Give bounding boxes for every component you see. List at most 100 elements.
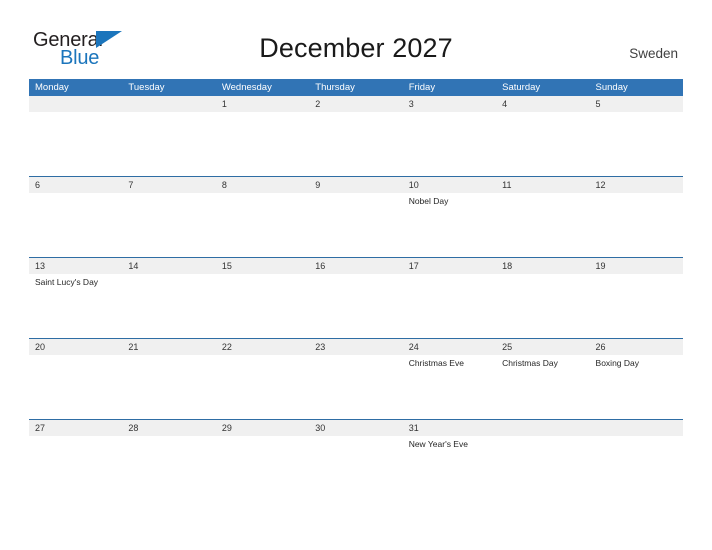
- page-header: General Blue December 2027 Sweden: [0, 0, 712, 79]
- day-number[interactable]: 14: [122, 258, 215, 274]
- day-cell[interactable]: [309, 112, 402, 176]
- weekday-header-thursday: Thursday: [315, 82, 355, 93]
- day-number: [496, 420, 589, 436]
- day-number[interactable]: 12: [590, 177, 683, 193]
- date-number-band: 6 7 8 9 10 11 12: [29, 177, 683, 193]
- day-number[interactable]: 5: [590, 96, 683, 112]
- holiday-label: Boxing Day: [595, 358, 639, 368]
- day-number[interactable]: 17: [403, 258, 496, 274]
- country-label: Sweden: [629, 46, 678, 61]
- day-number[interactable]: 13: [29, 258, 122, 274]
- weekday-header-saturday: Saturday: [502, 82, 541, 93]
- day-number[interactable]: 10: [403, 177, 496, 193]
- event-band: Christmas Eve Christmas Day Boxing Day: [29, 355, 683, 419]
- calendar-week-row: 20 21 22 23 24 25 26 Christmas Eve Christmas Day…: [29, 338, 683, 419]
- day-number[interactable]: 24: [403, 339, 496, 355]
- day-cell[interactable]: [29, 355, 122, 419]
- day-cell[interactable]: [309, 193, 402, 257]
- day-number[interactable]: 6: [29, 177, 122, 193]
- day-number[interactable]: 31: [403, 420, 496, 436]
- date-number-band: 12345: [29, 96, 683, 112]
- day-number: [590, 420, 683, 436]
- weekday-header-wednesday: Wednesday: [221, 82, 272, 93]
- event-band: Saint Lucy's Day: [29, 274, 683, 338]
- day-cell[interactable]: [216, 355, 309, 419]
- weekday-header-tuesday: Tuesday: [128, 82, 165, 93]
- calendar-weeks: 1 2 3 4 5 6 7 8 9 10 11 12 Nobel Day 13 14 15 16 17 18 19 Sa…: [29, 96, 683, 500]
- day-number[interactable]: 1: [216, 96, 309, 112]
- day-number[interactable]: 22: [216, 339, 309, 355]
- day-number[interactable]: 18: [496, 258, 589, 274]
- day-number[interactable]: 28: [122, 420, 215, 436]
- day-cell[interactable]: [496, 274, 589, 338]
- day-cell[interactable]: [29, 193, 122, 257]
- holiday-label: Nobel Day: [408, 196, 449, 206]
- day-cell[interactable]: [122, 274, 215, 338]
- day-cell[interactable]: Nobel Day: [403, 193, 496, 257]
- day-number[interactable]: 9: [309, 177, 402, 193]
- day-number[interactable]: 3: [403, 96, 496, 112]
- day-number[interactable]: 27: [29, 420, 122, 436]
- day-cell[interactable]: Christmas Eve: [403, 355, 496, 419]
- day-cell[interactable]: [122, 193, 215, 257]
- day-cell[interactable]: [309, 355, 402, 419]
- day-cell[interactable]: [590, 274, 683, 338]
- day-cell[interactable]: [122, 436, 215, 500]
- day-number[interactable]: 4: [496, 96, 589, 112]
- day-cell[interactable]: [122, 355, 215, 419]
- day-number[interactable]: 2: [309, 96, 402, 112]
- calendar-week-row: 6 7 8 9 10 11 12 Nobel Day: [29, 176, 683, 257]
- day-number[interactable]: 26: [590, 339, 683, 355]
- day-number[interactable]: 11: [496, 177, 589, 193]
- day-cell[interactable]: [496, 193, 589, 257]
- day-cell[interactable]: [216, 274, 309, 338]
- day-number[interactable]: 25: [496, 339, 589, 355]
- day-number[interactable]: 29: [216, 420, 309, 436]
- day-cell[interactable]: [216, 436, 309, 500]
- event-band: Nobel Day: [29, 193, 683, 257]
- day-cell[interactable]: Boxing Day: [590, 355, 683, 419]
- day-number[interactable]: 8: [216, 177, 309, 193]
- date-number-band: 27 28 29 30 31: [29, 420, 683, 436]
- day-cell[interactable]: [590, 112, 683, 176]
- calendar-week-row: 13 14 15 16 17 18 19 Saint Lucy's Day: [29, 257, 683, 338]
- day-number: [29, 96, 122, 112]
- day-cell[interactable]: [309, 274, 402, 338]
- calendar-week-row: 12345: [29, 96, 683, 176]
- day-number[interactable]: 30: [309, 420, 402, 436]
- weekday-header-sunday: Sunday: [595, 82, 628, 93]
- day-cell[interactable]: [590, 193, 683, 257]
- day-cell[interactable]: Christmas Day: [496, 355, 589, 419]
- day-cell[interactable]: New Year's Eve: [403, 436, 496, 500]
- day-cell[interactable]: Saint Lucy's Day: [29, 274, 122, 338]
- weekday-header-row: Monday Tuesday Wednesday Thursday Friday…: [29, 79, 683, 96]
- date-number-band: 20 21 22 23 24 25 26: [29, 339, 683, 355]
- calendar-grid: Monday Tuesday Wednesday Thursday Friday…: [29, 79, 683, 500]
- event-band: New Year's Eve: [29, 436, 683, 500]
- day-number[interactable]: 23: [309, 339, 402, 355]
- day-number[interactable]: 16: [309, 258, 402, 274]
- day-number[interactable]: 7: [122, 177, 215, 193]
- weekday-header-friday: Friday: [408, 82, 436, 93]
- day-cell[interactable]: [496, 112, 589, 176]
- day-cell[interactable]: [216, 193, 309, 257]
- day-number[interactable]: 21: [122, 339, 215, 355]
- day-number[interactable]: 15: [216, 258, 309, 274]
- day-cell[interactable]: [496, 436, 589, 500]
- day-cell[interactable]: [403, 274, 496, 338]
- day-cell[interactable]: [216, 112, 309, 176]
- day-cell[interactable]: [590, 436, 683, 500]
- page-title: December 2027: [259, 33, 453, 63]
- day-cell[interactable]: [29, 436, 122, 500]
- day-number[interactable]: 19: [590, 258, 683, 274]
- day-cell[interactable]: [29, 112, 122, 176]
- calendar-page: General Blue December 2027 Sweden Monday…: [0, 0, 712, 550]
- day-cell[interactable]: [309, 436, 402, 500]
- day-cell[interactable]: [403, 112, 496, 176]
- date-number-band: 13 14 15 16 17 18 19: [29, 258, 683, 274]
- weekday-header-monday: Monday: [35, 82, 69, 93]
- event-band: [29, 112, 683, 176]
- holiday-label: Christmas Day: [502, 358, 558, 368]
- day-cell[interactable]: [122, 112, 215, 176]
- day-number[interactable]: 20: [29, 339, 122, 355]
